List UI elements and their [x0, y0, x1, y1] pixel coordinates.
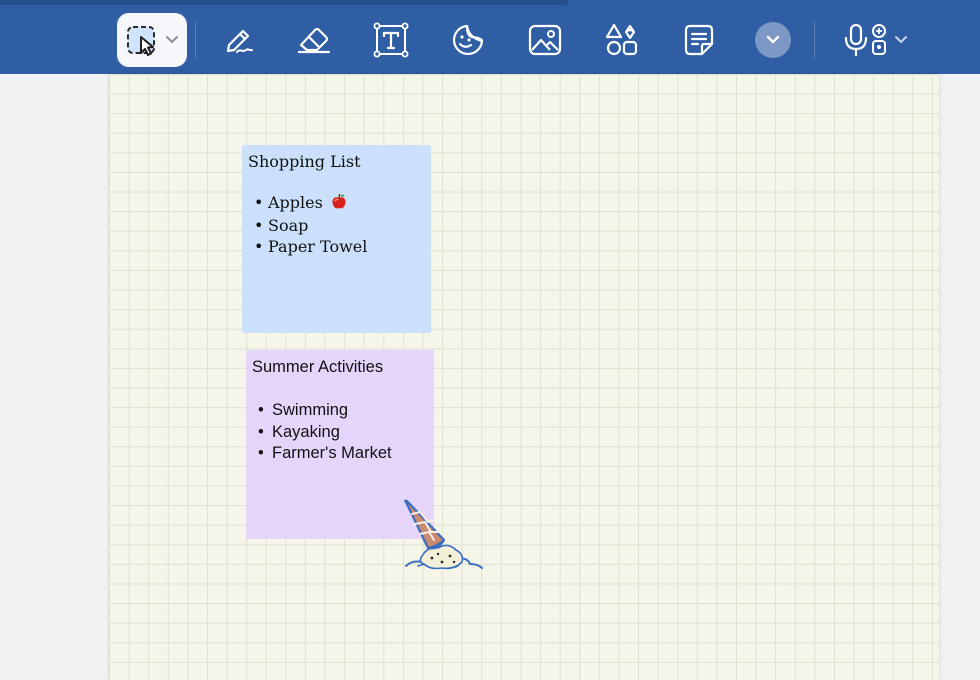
toolbar	[0, 0, 980, 74]
pen-icon	[226, 29, 253, 53]
pen-tool[interactable]	[217, 13, 257, 67]
eraser-tool[interactable]	[294, 13, 334, 67]
sticky-note-shopping-list[interactable]: Shopping List • Apples • Soap • Paper Towel	[242, 145, 431, 333]
bullet: •	[258, 422, 264, 441]
image-icon	[528, 24, 562, 56]
toolbar-divider	[814, 22, 815, 58]
note-list: • Apples • Soap • Paper Towel	[248, 192, 425, 257]
bullet: •	[254, 193, 264, 212]
bullet: •	[254, 216, 264, 235]
microphone-icon	[844, 23, 886, 57]
chevron-down-icon	[766, 35, 780, 44]
chevron-down-icon	[166, 36, 178, 44]
shapes-tool[interactable]	[602, 13, 642, 67]
bullet: •	[258, 444, 264, 462]
bullet: •	[258, 401, 264, 419]
melted-ice-cream-sticker[interactable]	[398, 496, 486, 578]
grid-paper-canvas[interactable]	[109, 74, 939, 680]
image-tool[interactable]	[525, 13, 565, 67]
dictation-tool[interactable]	[838, 13, 912, 67]
list-item: • Paper Towel	[248, 236, 425, 257]
more-tools-button[interactable]	[755, 22, 791, 58]
chevron-down-icon	[895, 36, 907, 44]
list-item: • Kayaking	[252, 422, 428, 444]
sticker-tool[interactable]	[448, 13, 488, 67]
note-title: Summer Activities	[252, 358, 384, 376]
toolbar-divider	[195, 22, 196, 58]
sticky-note-icon	[684, 24, 714, 56]
shapes-icon	[605, 23, 638, 56]
lasso-select-tool[interactable]	[117, 13, 187, 67]
sticker-icon	[452, 24, 484, 56]
note-list: • Swimming • Kayaking • Farmer's Market	[252, 400, 428, 465]
list-item: • Farmer's Market	[252, 443, 428, 465]
text-box-tool[interactable]	[371, 13, 411, 67]
apple-icon	[331, 193, 347, 215]
list-item-text: Apples	[268, 193, 323, 212]
lasso-select-icon	[127, 26, 155, 56]
list-item: • Soap	[248, 215, 425, 236]
list-item-text: Farmer's Market	[272, 444, 392, 462]
list-item-text: Paper Towel	[268, 237, 368, 256]
text-box-icon	[373, 22, 409, 58]
list-item: • Swimming	[252, 400, 428, 422]
list-item-text: Soap	[268, 216, 309, 235]
bullet: •	[254, 237, 264, 256]
eraser-icon	[297, 27, 331, 54]
toolbar-top-edge	[0, 0, 568, 5]
list-item-text: Kayaking	[272, 422, 340, 441]
note-title: Shopping List	[248, 152, 361, 171]
sticky-note-tool[interactable]	[679, 13, 719, 67]
list-item-text: Swimming	[272, 401, 349, 419]
list-item: • Apples	[248, 192, 425, 215]
